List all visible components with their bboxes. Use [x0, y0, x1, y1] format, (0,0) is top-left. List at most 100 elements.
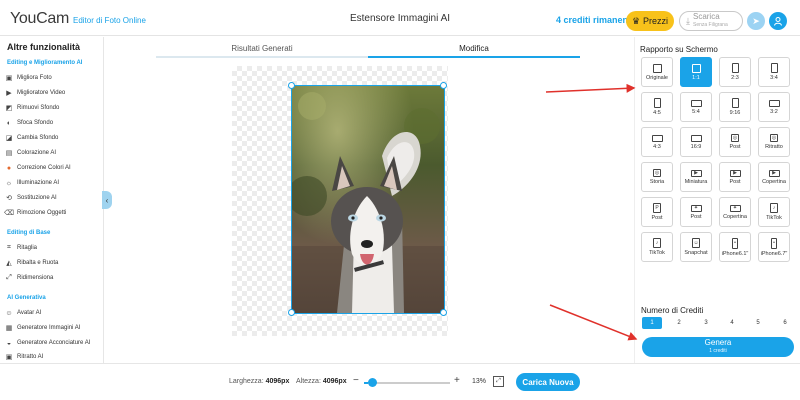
width-value: 4096px	[265, 378, 290, 385]
color-correct-icon: ●	[6, 164, 12, 172]
aspect-option[interactable]: 4:3	[641, 127, 673, 157]
sidebar-item-sostituzione-ai[interactable]: ⟲ Sostituzione AI	[5, 192, 101, 204]
aspect-option[interactable]: ♪ TikTok	[641, 232, 673, 262]
prices-button[interactable]: ♛ Prezzi	[626, 11, 674, 31]
portrait-rect-icon	[770, 63, 778, 73]
aspect-option[interactable]: ◎ Ritratto	[758, 127, 790, 157]
aspect-option[interactable]: • iPhone6.1"	[719, 232, 751, 262]
pinterest-icon: P	[653, 203, 661, 213]
aspect-option-label: iPhone6.1"	[721, 250, 749, 257]
resize-handle-bottom-right[interactable]	[440, 309, 447, 316]
landscape-rect-icon	[651, 134, 663, 142]
aspect-option[interactable]: • iPhone6.7"	[758, 232, 790, 262]
video-enhance-icon: ▶	[6, 90, 12, 97]
tab-edit[interactable]: Modifica	[368, 40, 580, 58]
resize-handle-top-left[interactable]	[288, 82, 295, 89]
sidebar-item-sfoca-sfondo[interactable]: ◐ Sfoca Sfondo	[5, 117, 101, 129]
aspect-option[interactable]: ▶ Copertina	[758, 162, 790, 192]
download-icon: ⤓	[686, 15, 690, 26]
aspect-option[interactable]: 16:9	[680, 127, 712, 157]
aspect-option[interactable]: ✦ Copertina	[719, 197, 751, 227]
aspect-option[interactable]: ☺ Snapchat	[680, 232, 712, 262]
sidebar-item-cambia-sfondo[interactable]: ◪ Cambia Sfondo	[5, 132, 101, 144]
credit-option[interactable]: 5	[748, 317, 768, 329]
aspect-option[interactable]: 3:2	[758, 92, 790, 122]
sidebar-item-ribalta-ruota[interactable]: ◭ Ribalta e Ruota	[5, 257, 101, 269]
credit-option[interactable]: 3	[696, 317, 716, 329]
sidebar-item-ridimensiona[interactable]: ⤢ Ridimensiona	[5, 272, 101, 284]
aspect-option[interactable]: ◎ Post	[719, 127, 751, 157]
send-icon[interactable]: ➤	[747, 12, 765, 30]
remove-bg-icon: ◩	[5, 105, 13, 112]
sidebar-item-ritaglia[interactable]: ⌗ Ritaglia	[5, 242, 101, 254]
aspect-option-label: Post	[651, 215, 663, 221]
credit-option[interactable]: 6	[775, 317, 795, 329]
husky-photo[interactable]	[291, 85, 445, 314]
aspect-option[interactable]: 3:4	[758, 57, 790, 87]
zoom-slider-thumb[interactable]	[368, 378, 377, 387]
landscape-rect-icon	[690, 99, 702, 107]
aspect-option-label: 4:3	[653, 143, 661, 150]
sidebar-item-ritratto-ai[interactable]: ▣ Ritratto AI	[5, 351, 101, 363]
aspect-option[interactable]: 9:16	[719, 92, 751, 122]
sidebar-item-colorazione-ai[interactable]: ▤ Colorazione AI	[5, 147, 101, 159]
aspect-option[interactable]: ▶ Miniatura	[680, 162, 712, 192]
sidebar-item-label: Avatar AI	[17, 310, 42, 316]
aspect-option[interactable]: 5:4	[680, 92, 712, 122]
sidebar-item-miglioratore-video[interactable]: ▶ Miglioratore Video	[5, 87, 101, 99]
sidebar-section-basic-editing: Editing di Base	[7, 230, 51, 236]
sidebar-item-correzione-colori[interactable]: ● Correzione Colori AI	[5, 162, 101, 174]
aspect-option-label: Post	[729, 144, 741, 150]
credit-option[interactable]: 2	[669, 317, 689, 329]
credit-option[interactable]: 4	[722, 317, 742, 329]
sidebar-item-label: Correzione Colori AI	[17, 165, 71, 171]
zoom-in-button[interactable]: +	[454, 375, 460, 386]
resize-icon: ⤢	[6, 274, 12, 281]
aspect-option[interactable]: 1:1	[680, 57, 712, 87]
aspect-option[interactable]: Originale	[641, 57, 673, 87]
logo-text: YouCam	[10, 10, 69, 27]
aspect-ratio-title: Rapporto su Schermo	[640, 45, 718, 54]
upload-new-button[interactable]: Carica Nuova	[516, 373, 580, 391]
aspect-option-label: 3:4	[770, 75, 778, 81]
aspect-option[interactable]: 2:3	[719, 57, 751, 87]
aspect-option[interactable]: ◎ Storia	[641, 162, 673, 192]
aspect-option[interactable]: ✦ Post	[680, 197, 712, 227]
sidebar-collapse-handle[interactable]: ‹	[102, 191, 112, 209]
resize-handle-top-right[interactable]	[440, 82, 447, 89]
aspect-option-label: 4:5	[653, 110, 661, 116]
aspect-option-label: 5:4	[692, 108, 700, 115]
sidebar-section-generative-ai: AI Generativa	[7, 295, 46, 301]
tab-generated-results[interactable]: Risultati Generati	[156, 40, 368, 58]
credits-title: Numero di Crediti	[641, 306, 704, 315]
aspect-option[interactable]: ♪ TikTok	[758, 197, 790, 227]
flip-rotate-icon: ◭	[6, 260, 12, 267]
aspect-option[interactable]: ▶ Post	[719, 162, 751, 192]
aspect-option-label: 1:1	[692, 74, 700, 81]
sidebar-item-label: Miglioratore Video	[17, 90, 66, 96]
download-button[interactable]: ⤓ Scarica Senza Filigrana	[679, 11, 743, 31]
sidebar-item-generatore-acconciature[interactable]: ◒ Generatore Acconciature AI	[5, 337, 101, 349]
sidebar-item-rimuovi-sfondo[interactable]: ◩ Rimuovi Sfondo	[5, 102, 101, 114]
sidebar-item-migliora-foto[interactable]: ▣ Migliora Foto	[5, 72, 101, 84]
sidebar-item-label: Ritaglia	[17, 245, 38, 251]
aspect-option[interactable]: 4:5	[641, 92, 673, 122]
generate-button[interactable]: Genera 1 crediti	[642, 337, 794, 357]
aspect-option[interactable]: P Post	[641, 197, 673, 227]
sidebar-item-avatar-ai[interactable]: ☺ Avatar AI	[5, 307, 101, 319]
sidebar-item-rimozione-oggetti[interactable]: ⌫ Rimozione Oggetti	[4, 207, 101, 219]
zoom-out-button[interactable]: −	[353, 375, 359, 386]
sidebar: Altre funzionalità Editing e Miglioramen…	[0, 37, 104, 363]
resize-handle-bottom-left[interactable]	[288, 309, 295, 316]
sidebar-item-generatore-immagini[interactable]: ▦ Generatore Immagini AI	[5, 322, 101, 334]
sidebar-item-illuminazione-ai[interactable]: ☼ Illuminazione AI	[5, 177, 101, 189]
user-avatar-icon[interactable]	[769, 12, 787, 30]
sidebar-item-label: Rimozione Oggetti	[17, 210, 67, 216]
crown-icon: ♛	[631, 15, 641, 26]
instagram-icon: ◎	[653, 169, 661, 177]
fit-screen-icon[interactable]: ⤢	[493, 376, 504, 387]
credit-option[interactable]: 1	[642, 317, 662, 329]
aspect-option-label: Post	[729, 178, 741, 185]
logo[interactable]: YouCam Editor di Foto Online	[10, 10, 146, 28]
portrait-rect-icon	[653, 98, 661, 108]
